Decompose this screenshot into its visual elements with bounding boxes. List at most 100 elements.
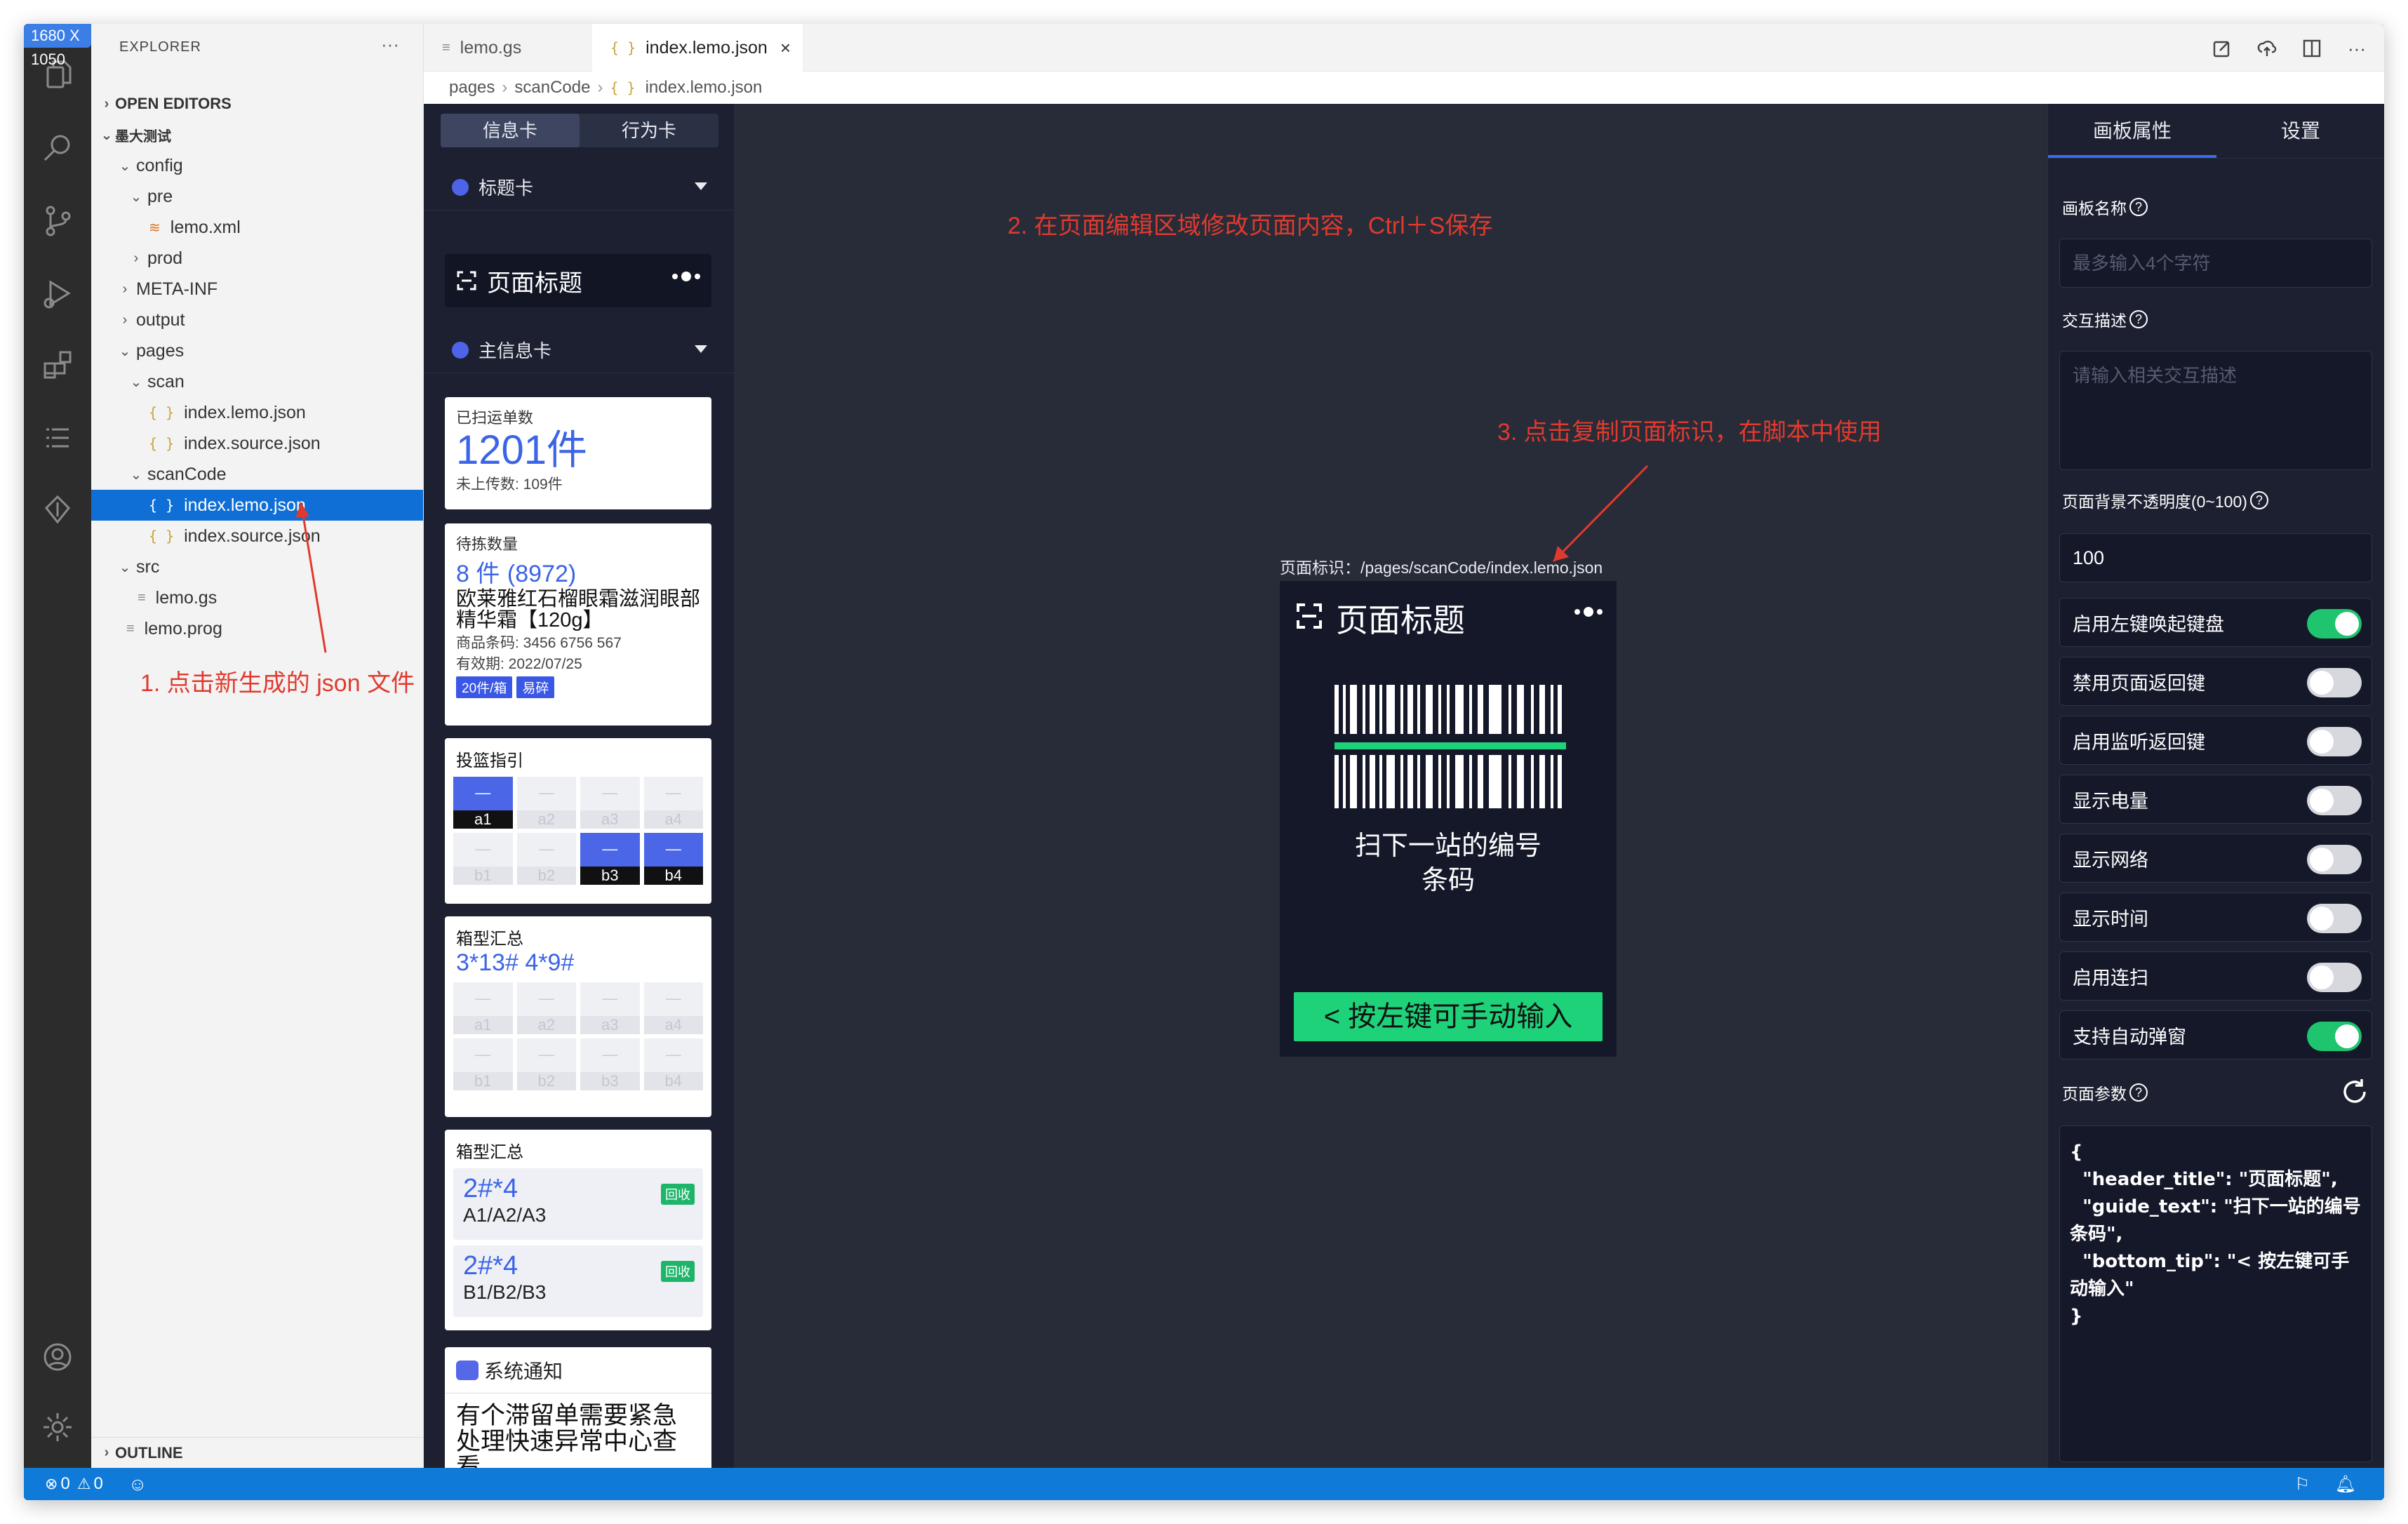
run-debug-icon[interactable] [39, 275, 76, 312]
toggle-switch[interactable] [2307, 786, 2362, 815]
close-icon[interactable]: × [780, 37, 791, 59]
tab-label: index.lemo.json [646, 37, 768, 58]
file-tree-label: scanCode [147, 464, 227, 484]
grid-cell: — b4 [643, 833, 703, 885]
extensions-icon[interactable] [39, 347, 76, 383]
notice-body: 有个滞留单需要紧急处理快速异常中心查看。 [456, 1402, 678, 1468]
guide-text[interactable]: 扫下一站的编号条码 [1280, 829, 1617, 899]
search-icon[interactable] [39, 129, 76, 166]
file-tree-item[interactable]: ⌄ config [91, 150, 423, 181]
file-tree-item[interactable]: { } index.lemo.json [91, 397, 423, 428]
tab-settings[interactable]: 设置 [2216, 104, 2384, 158]
upload-icon[interactable] [2255, 36, 2279, 60]
file-tree-label: lemo.xml [170, 217, 241, 237]
properties-tabs: 画板属性 设置 [2048, 104, 2384, 159]
toggle-switch[interactable] [2307, 727, 2362, 756]
account-icon[interactable] [39, 1339, 76, 1375]
cell-dash: — [665, 840, 681, 857]
more-actions-icon[interactable]: ··· [2345, 36, 2369, 60]
file-tree-item[interactable]: { } index.source.json [91, 428, 423, 459]
file-tree-item[interactable]: ⌄ scanCode [91, 459, 423, 490]
card-box-summary[interactable]: 箱型汇总 3*13# 4*9# — a1 — a2 — a3 — a4 — b1 — b2 — b3 — b4 [445, 916, 711, 1117]
opacity-input[interactable]: 100 [2059, 533, 2372, 582]
file-tree-item[interactable]: { } index.lemo.json [91, 490, 423, 521]
phone-preview[interactable]: 页面标题 扫下一站的编号条码 < 按左键可手动输入 [1280, 581, 1617, 1057]
file-tree-item[interactable]: ⌄ scan [91, 366, 423, 397]
toggle-switch[interactable] [2307, 904, 2362, 933]
page-params-editor[interactable]: { "header_title": "页面标题", "guide_text": … [2059, 1125, 2372, 1462]
settings-gear-icon[interactable] [39, 1409, 76, 1445]
cell-label: a2 [516, 1016, 576, 1034]
chevron-right-icon: › [502, 78, 508, 97]
toggle-switch[interactable] [2307, 609, 2362, 639]
file-tree-label: pre [147, 186, 173, 206]
feedback-icon[interactable]: ⚐ [2294, 1474, 2310, 1495]
toggle-switch[interactable] [2307, 845, 2362, 874]
split-editor-icon[interactable] [2300, 36, 2324, 60]
page-params-label: 页面参数? [2062, 1081, 2148, 1104]
page-identifier[interactable]: 页面标识：/pages/scanCode/index.lemo.json [1280, 554, 1603, 578]
open-editors-section[interactable]: › OPEN EDITORS [91, 88, 423, 119]
file-tree-item[interactable]: { } index.source.json [91, 521, 423, 552]
recycle-badge: 回收 [661, 1184, 695, 1205]
outline-section[interactable]: › OUTLINE [91, 1437, 423, 1468]
file-tree-item[interactable]: › output [91, 305, 423, 335]
edit-icon[interactable] [2210, 36, 2234, 60]
card-system-notice[interactable]: 系统通知 有个滞留单需要紧急处理快速异常中心查看。 [445, 1347, 711, 1468]
source-control-icon[interactable] [39, 202, 76, 239]
project-section[interactable]: ⌄ 墨大测试 [91, 119, 423, 150]
card-basket-guide[interactable]: 投篮指引 — a1 — a2 — a3 — a4 — b1 — b2 — b3 — b4 [445, 738, 711, 904]
file-tree-item[interactable]: ≡ lemo.gs [91, 582, 423, 613]
help-icon[interactable]: ? [2249, 491, 2268, 509]
list-icon[interactable] [39, 420, 76, 456]
problems-indicator[interactable]: ⊗ 0 ⚠ 0 [45, 1474, 103, 1494]
card-value-sub: (8972) [507, 561, 577, 587]
card-pending-count[interactable]: 待拣数量 8 件 (8972) 欧莱雅红石榴眼霜滋润眼部精华霜【120g】 商品… [445, 523, 711, 726]
breadcrumb-scancode[interactable]: scanCode [514, 78, 590, 98]
phone-title[interactable]: 页面标题 [1336, 595, 1465, 641]
canvas-name-input[interactable]: 最多输入4个字符 [2059, 239, 2372, 288]
card-label: 箱型汇总 [456, 930, 523, 949]
lemo-plugin-icon[interactable] [39, 491, 76, 528]
account-status-icon[interactable]: ☺ [128, 1473, 147, 1495]
product-barcode: 商品条码: 3456 6756 567 [456, 634, 622, 651]
file-tree-item[interactable]: › META-INF [91, 274, 423, 305]
card-scanned-count[interactable]: 已扫运单数 1201件 未上传数: 109件 [445, 397, 711, 509]
file-tree-item[interactable]: ⌄ pre [91, 181, 423, 212]
help-icon[interactable]: ? [2129, 310, 2148, 328]
breadcrumb-pages[interactable]: pages [449, 78, 495, 98]
title-card-component[interactable]: 页面标题 [445, 254, 711, 307]
grid-cell: — b3 [580, 833, 640, 885]
warning-icon: ⚠ [76, 1475, 91, 1492]
card-box-summary-list[interactable]: 箱型汇总 2#*4 A1/A2/A3 回收 2#*4 B1/B2/B3 回收 [445, 1130, 711, 1330]
more-dots-icon[interactable] [1574, 607, 1603, 617]
group-title-card[interactable]: 标题卡 [424, 164, 734, 210]
notice-title: 系统通知 [484, 1360, 563, 1382]
cell-label: a4 [643, 1016, 703, 1034]
file-tree-item[interactable]: ≡ lemo.prog [91, 613, 423, 644]
help-icon[interactable]: ? [2129, 198, 2148, 216]
breadcrumb-file[interactable]: index.lemo.json [646, 78, 763, 98]
toggle-switch[interactable] [2307, 963, 2362, 992]
file-tree-item[interactable]: ⌄ src [91, 552, 423, 582]
group-main-card[interactable]: 主信息卡 [424, 327, 734, 373]
interaction-desc-input[interactable]: 请输入相关交互描述 [2059, 351, 2372, 470]
tab-lemo-gs[interactable]: ≡ lemo.gs [424, 24, 592, 72]
message-icon [456, 1360, 479, 1380]
notifications-bell-icon[interactable]: 🔔︎ [2335, 1474, 2356, 1495]
toggle-switch[interactable] [2307, 668, 2362, 697]
file-tree-item[interactable]: › prod [91, 243, 423, 274]
tab-action-card[interactable]: 行为卡 [580, 114, 718, 147]
file-tree-item[interactable]: ≋ lemo.xml [91, 212, 423, 243]
tab-canvas-props[interactable]: 画板属性 [2048, 104, 2216, 158]
toggle-label: 启用左键唤起键盘 [2073, 613, 2224, 635]
explorer-more-button[interactable]: ··· [381, 34, 399, 55]
help-icon[interactable]: ? [2129, 1083, 2148, 1102]
refresh-icon[interactable] [2341, 1078, 2369, 1106]
file-tree-item[interactable]: ⌄ pages [91, 335, 423, 366]
tab-index-lemo-json[interactable]: { } index.lemo.json × [592, 24, 803, 72]
tab-info-card[interactable]: 信息卡 [441, 114, 580, 147]
toggle-switch[interactable] [2307, 1022, 2362, 1051]
toggle-row: 启用监听返回键 [2059, 716, 2372, 765]
bottom-tip-button[interactable]: < 按左键可手动输入 [1294, 992, 1603, 1041]
